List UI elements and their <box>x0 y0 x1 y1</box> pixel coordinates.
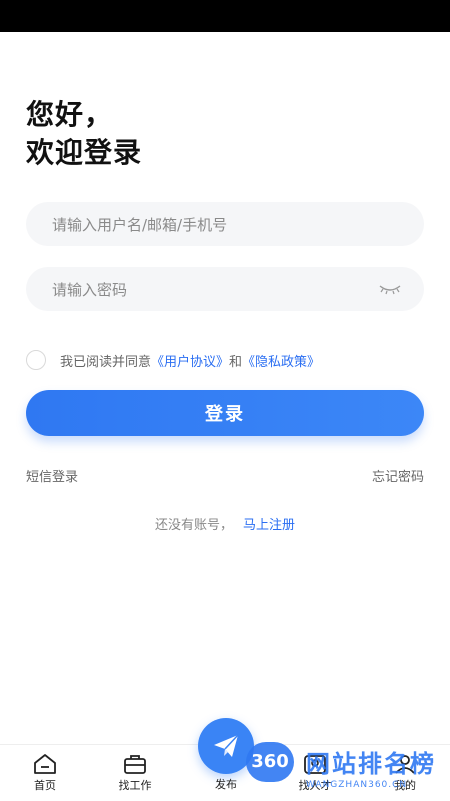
register-link[interactable]: 马上注册 <box>243 518 295 533</box>
login-button[interactable]: 登录 <box>26 390 424 436</box>
register-prompt: 还没有账号， <box>154 518 233 533</box>
tab-home[interactable]: 首页 <box>0 745 90 801</box>
agreement-checkbox[interactable] <box>26 350 46 370</box>
watermark-title: 网站排名榜 <box>306 750 436 778</box>
agreement-row: 我已阅读并同意 《用户协议》 和 《隐私政策》 <box>26 348 320 372</box>
paper-plane-icon <box>214 734 239 757</box>
agreement-prefix: 我已阅读并同意 <box>60 354 152 370</box>
watermark-logo: 360 <box>246 742 294 782</box>
greeting: 您好， 欢迎登录 <box>26 96 142 172</box>
forgot-password-link[interactable]: 忘记密码 <box>372 466 424 485</box>
username-field-container <box>26 202 424 248</box>
register-row: 还没有账号， 马上注册 <box>0 514 450 533</box>
watermark: 360 网站排名榜 WANGZHAN360.CN <box>246 740 446 796</box>
user-agreement-link[interactable]: 《用户协议》 <box>151 351 229 370</box>
eye-closed-icon[interactable] <box>378 281 402 297</box>
password-input[interactable] <box>50 267 384 313</box>
password-field-container <box>26 267 424 313</box>
home-icon <box>34 754 56 774</box>
sms-login-link[interactable]: 短信登录 <box>26 466 78 485</box>
status-bar <box>0 0 450 32</box>
tab-home-label: 首页 <box>34 779 56 792</box>
greeting-line1: 您好， <box>26 98 114 131</box>
tab-find-job[interactable]: 找工作 <box>90 745 180 801</box>
watermark-subtitle: WANGZHAN360.CN <box>306 780 408 790</box>
greeting-line2: 欢迎登录 <box>26 136 143 169</box>
tab-find-job-label: 找工作 <box>118 779 152 792</box>
briefcase-icon <box>124 755 146 774</box>
privacy-policy-link[interactable]: 《隐私政策》 <box>242 351 320 370</box>
agreement-and: 和 <box>229 354 243 370</box>
username-input[interactable] <box>50 202 384 248</box>
